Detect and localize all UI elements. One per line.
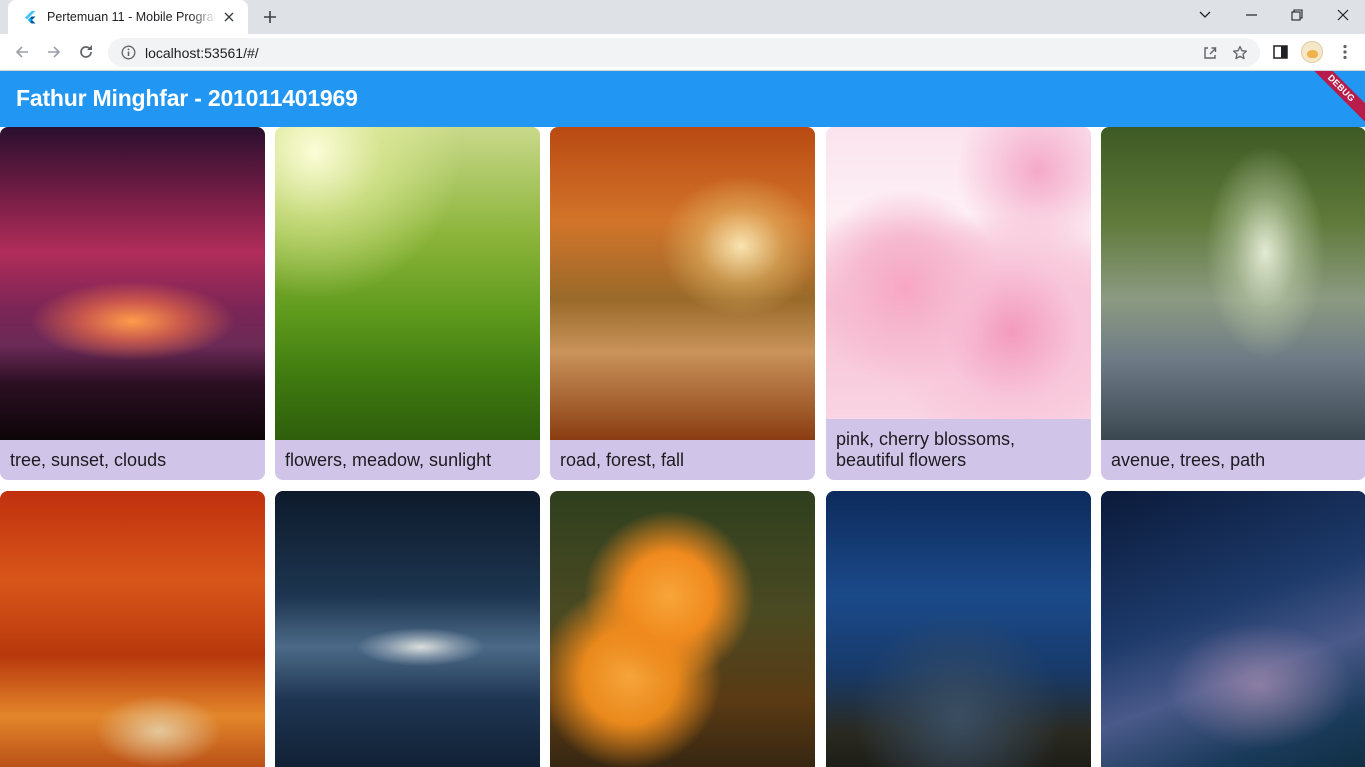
tile-image [550,127,815,440]
address-bar[interactable]: localhost:53561/#/ [108,38,1260,67]
tile-image [275,491,540,767]
close-window-icon[interactable] [1320,0,1365,30]
grid-tile[interactable]: avenue, trees, path [1101,127,1365,480]
app-bar: Fathur Minghfar - 201011401969 DEBUG [0,71,1365,127]
plus-icon[interactable] [258,6,282,28]
reload-icon[interactable] [72,38,100,66]
tile-caption: flowers, meadow, sunlight [285,449,492,470]
side-panel-icon[interactable] [1266,38,1294,66]
tile-image [1101,127,1365,440]
grid-tile[interactable] [0,491,265,767]
grid-tile[interactable]: pink, cherry blossoms, beautiful flowers [826,127,1091,480]
grid-tile[interactable] [826,491,1091,767]
tile-image [1101,491,1365,767]
tab-strip: Pertemuan 11 - Mobile Programming [0,0,1365,34]
avatar[interactable] [1298,38,1326,66]
arrow-right-icon[interactable] [40,38,68,66]
minimize-icon[interactable] [1228,0,1274,30]
image-grid: tree, sunset, clouds flowers, meadow, su… [0,127,1365,767]
tab-title: Pertemuan 11 - Mobile Programming [47,10,216,24]
url-text: localhost:53561/#/ [145,44,259,61]
star-icon[interactable] [1226,38,1254,67]
grid-tile[interactable]: flowers, meadow, sunlight [275,127,540,480]
close-icon[interactable] [220,8,238,26]
debug-banner: DEBUG [1301,71,1365,127]
tile-caption: road, forest, fall [560,449,685,470]
tile-caption: tree, sunset, clouds [10,449,167,470]
flutter-icon [22,9,38,25]
tile-image [826,491,1091,767]
browser-tab[interactable]: Pertemuan 11 - Mobile Programming [8,0,248,34]
grid-tile[interactable]: road, forest, fall [550,127,815,480]
tile-image [0,127,265,440]
tile-caption: avenue, trees, path [1111,449,1266,470]
tile-image [550,491,815,767]
tile-image [0,491,265,767]
grid-tile[interactable]: tree, sunset, clouds [0,127,265,480]
grid-tile[interactable] [275,491,540,767]
grid-tile[interactable] [550,491,815,767]
grid-tile[interactable] [1101,491,1365,767]
arrow-left-icon[interactable] [8,38,36,66]
kebab-menu-icon[interactable] [1331,38,1359,66]
tile-caption: pink, cherry blossoms, beautiful flowers [836,428,1016,470]
page-title: Fathur Minghfar - 201011401969 [16,85,358,111]
info-icon[interactable] [120,45,136,61]
tile-image [275,127,540,440]
tile-image [826,127,1091,419]
chevron-down-icon[interactable] [1182,0,1228,30]
browser-toolbar: localhost:53561/#/ [0,34,1365,71]
share-icon[interactable] [1196,38,1224,67]
restore-icon[interactable] [1274,0,1320,30]
